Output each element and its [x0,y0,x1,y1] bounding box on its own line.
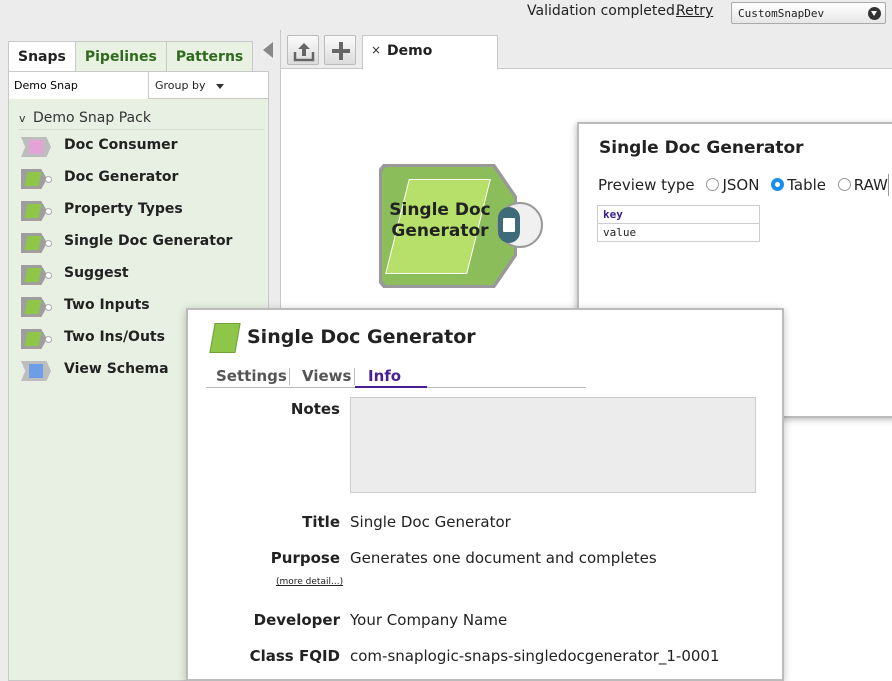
table-row: value [597,223,760,242]
caret-down-icon [216,84,224,89]
upload-icon [293,43,315,62]
snap-search-input[interactable] [9,72,149,99]
radio-raw-label: RAW [853,176,888,194]
preview-document-icon[interactable] [498,207,520,243]
close-icon[interactable]: × [371,43,381,57]
snap-item-doc-consumer[interactable]: Doc Consumer [19,134,264,160]
active-tab-indicator [355,386,427,388]
notes-field[interactable] [350,397,756,493]
more-detail-link[interactable]: (more detail...) [276,577,343,587]
notes-label: Notes [290,400,340,418]
snap-item-label: Two Inputs [64,297,150,313]
class-fqid-label: Class FQID [249,647,340,665]
catalog-tabs: Snaps Pipelines Patterns [8,41,254,72]
title-label: Title [302,513,340,531]
preview-type-label: Preview type [598,176,695,194]
developer-label: Developer [253,611,340,629]
snap-item-doc-generator[interactable]: Doc Generator [19,166,264,192]
divider [354,368,355,385]
generator-snap-icon [21,329,52,349]
snap-pack-name: Demo Snap Pack [33,110,151,126]
snap-settings-dialog: Single Doc Generator Settings Views Info… [186,308,784,681]
dialog-tabs: Settings Views Info [206,364,586,388]
generator-snap-icon [212,323,236,351]
snap-item-label: Two Ins/Outs [64,329,165,345]
class-fqid-value: com-snaplogic-snaps-singledocgenerator_1… [350,647,720,665]
divider [888,174,889,196]
canvas-toolbar: × Demo [281,30,892,70]
snap-item-suggest[interactable]: Suggest [19,262,264,288]
radio-table[interactable] [771,178,785,191]
generator-snap-icon [21,233,52,253]
snap-item-label: Doc Generator [64,169,179,185]
snap-item-label: Single Doc Generator [64,233,233,249]
purpose-label: Purpose [270,549,340,567]
table-header-cell: key [597,205,760,224]
chevron-down-icon [868,7,881,20]
tab-views[interactable]: Views [302,367,351,385]
pipeline-tab-label: Demo [387,43,433,59]
radio-json[interactable] [706,178,720,191]
snap-item-property-types[interactable]: Property Types [19,198,264,224]
search-row: Group by [9,72,268,99]
retry-link[interactable]: Retry [676,3,713,19]
title-value: Single Doc Generator [350,513,511,531]
group-by-label: Group by [155,79,206,92]
snap-item-label: Suggest [64,265,129,281]
org-select-value: CustomSnapDev [738,7,825,20]
add-pipeline-button[interactable] [324,35,356,65]
snap-node-title-line: Single Doc [389,200,491,220]
snap-item-label: View Schema [64,361,169,377]
radio-json-label: JSON [722,176,760,194]
preview-table: key value [597,205,760,242]
tab-pipelines[interactable]: Pipelines [74,41,167,72]
collapse-panel-icon[interactable] [263,42,273,58]
org-select[interactable]: CustomSnapDev [731,2,886,24]
tab-settings[interactable]: Settings [216,367,287,385]
dialog-title: Single Doc Generator [247,326,476,348]
snap-pack-header[interactable]: v Demo Snap Pack [19,110,264,130]
generator-snap-icon [21,201,52,221]
snap-item-single-doc-generator[interactable]: Single Doc Generator [19,230,264,256]
pipeline-snap-node[interactable]: Single Doc Generator [379,164,544,288]
expand-caret-icon: v [19,112,26,125]
consumer-snap-icon [21,137,51,157]
group-by-dropdown[interactable]: Group by [150,72,268,99]
upload-button[interactable] [287,35,319,65]
table-row: key [597,205,760,224]
snap-node-title: Single Doc Generator [379,200,501,242]
plus-icon [332,42,350,60]
developer-value: Your Company Name [350,611,508,629]
radio-raw[interactable] [837,178,851,191]
tab-snaps[interactable]: Snaps [8,41,76,72]
generator-snap-icon [21,169,52,189]
generator-snap-icon [21,265,52,285]
preview-type-row: Preview type JSON Table RAW [598,176,888,194]
table-cell: value [597,223,760,242]
radio-table-label: Table [787,176,827,194]
snap-item-label: Property Types [64,201,183,217]
tab-patterns[interactable]: Patterns [165,41,254,72]
divider [289,368,290,385]
snap-item-label: Doc Consumer [64,137,178,153]
schema-snap-icon [21,361,51,381]
purpose-value: Generates one document and completes [350,549,657,567]
snap-node-title-line: Generator [391,221,489,241]
generator-snap-icon [21,297,52,317]
validation-status-text: Validation completed. [527,3,680,19]
preview-title: Single Doc Generator [599,138,804,158]
tab-demo-pipeline[interactable]: × Demo [362,35,498,70]
tab-info[interactable]: Info [368,367,401,385]
top-bar: Validation completed. Retry CustomSnapDe… [0,0,892,30]
